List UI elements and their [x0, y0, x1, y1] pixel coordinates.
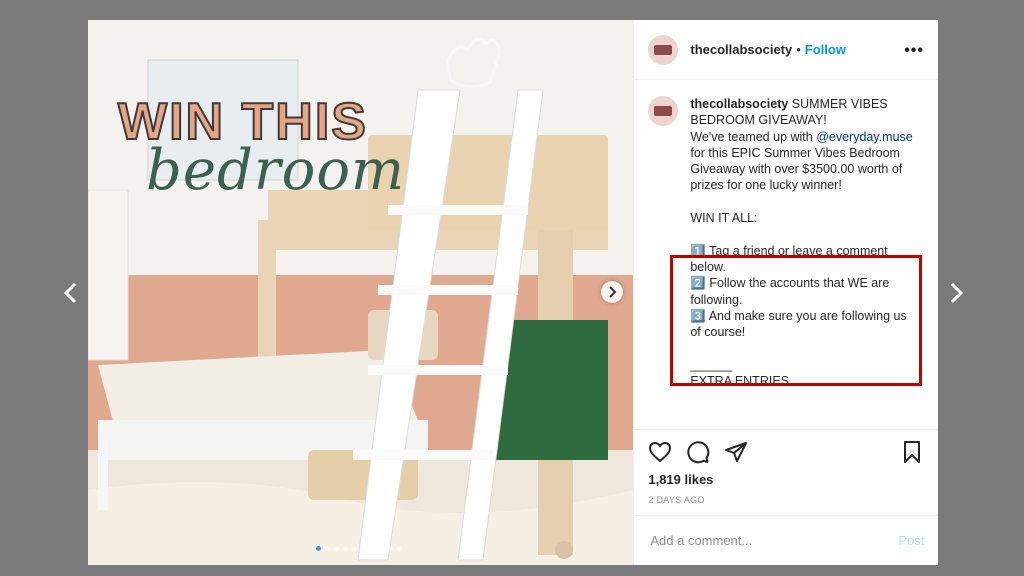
carousel-dot — [343, 546, 348, 551]
next-post-arrow[interactable] — [941, 278, 971, 308]
separator: • — [796, 42, 801, 57]
post-actions: 1,819 likes 2 DAYS AGO — [634, 429, 939, 505]
carousel-dot — [361, 546, 366, 551]
caption-username[interactable]: thecollabsociety — [690, 97, 788, 111]
avatar[interactable] — [648, 34, 679, 65]
caption-section: WIN IT ALL: — [690, 211, 758, 226]
carousel-dot — [370, 546, 375, 551]
comment-box: Post — [634, 515, 939, 565]
heart-icon[interactable] — [648, 440, 672, 464]
chevron-right-icon — [609, 286, 617, 298]
script-word: bedroom — [146, 138, 406, 203]
post-image: WIN THIS bedroom — [88, 20, 634, 565]
bookmark-icon[interactable] — [900, 440, 924, 464]
share-icon[interactable] — [724, 440, 748, 464]
carousel-dot — [379, 546, 384, 551]
header-username[interactable]: thecollabsociety — [690, 42, 792, 57]
carousel-dot — [316, 546, 321, 551]
carousel-dot — [352, 546, 357, 551]
carousel-dot — [388, 546, 393, 551]
carousel-dots — [316, 546, 402, 551]
mention-link[interactable]: @everyday.muse — [816, 130, 913, 144]
carousel-dot — [397, 546, 402, 551]
likes-count[interactable]: 1,819 likes — [634, 468, 938, 487]
highlight-annotation — [670, 255, 922, 386]
chevron-right-icon — [950, 282, 964, 304]
caption-line: for this EPIC Summer Vibes Bedroom Givea… — [690, 145, 903, 193]
caption-line: We've teamed up with — [690, 129, 817, 144]
post-header: thecollabsociety • Follow ••• — [634, 20, 938, 80]
comment-input[interactable] — [648, 532, 899, 549]
follow-button[interactable]: Follow — [805, 42, 846, 57]
timestamp: 2 DAYS AGO — [648, 495, 705, 505]
more-options-icon[interactable]: ••• — [904, 42, 924, 60]
carousel-dot — [334, 546, 339, 551]
post-button[interactable]: Post — [898, 533, 924, 548]
carousel-dot — [325, 546, 330, 551]
chevron-left-icon — [63, 282, 77, 304]
caption-avatar[interactable] — [648, 96, 679, 126]
previous-post-arrow[interactable] — [56, 278, 86, 308]
comment-icon[interactable] — [686, 440, 710, 464]
slide-next-button[interactable] — [601, 281, 623, 303]
